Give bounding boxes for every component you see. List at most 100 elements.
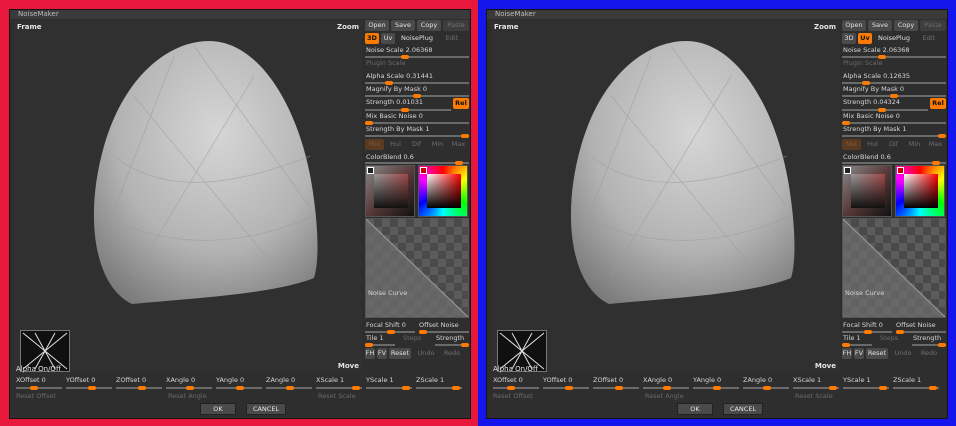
slider-handle[interactable] [88,386,96,390]
zoom-button[interactable]: Zoom [337,23,359,31]
flip-v-button[interactable]: FV [377,348,387,359]
reset-curve-button[interactable]: Reset [389,348,411,359]
transform-slider[interactable] [843,386,889,390]
reset-offset-button[interactable]: Reset Offset [16,392,56,400]
tile-slider[interactable] [842,343,872,347]
transform-slider[interactable] [893,386,939,390]
redo-button[interactable]: Redo [918,348,940,359]
strength-slider[interactable] [365,108,451,112]
zoom-button[interactable]: Zoom [814,23,836,31]
noise-scale-slider[interactable] [842,55,946,59]
color-field[interactable] [427,174,461,208]
rel-button[interactable]: Rel [453,98,469,109]
slider-handle[interactable] [829,386,837,390]
transform-slider[interactable] [266,386,312,390]
blend-mode-max[interactable]: Max [449,139,468,150]
transform-slider[interactable] [316,386,362,390]
blend-mode-dif[interactable]: Dif [884,139,903,150]
slider-handle[interactable] [186,386,194,390]
focal-shift-slider[interactable] [842,330,892,334]
noise-scale-slider[interactable] [365,55,469,59]
blend-mode-hul[interactable]: Hul [863,139,882,150]
color-picker-dark[interactable] [365,165,415,217]
slider-handle[interactable] [402,386,410,390]
transform-slider[interactable] [743,386,789,390]
slider-handle[interactable] [507,386,515,390]
tab-3d[interactable]: 3D [365,33,379,44]
tab-3d[interactable]: 3D [842,33,856,44]
move-button[interactable]: Move [338,362,359,370]
slider-handle[interactable] [236,386,244,390]
focal-shift-slider[interactable] [365,330,415,334]
transform-slider[interactable] [643,386,689,390]
slider-handle[interactable] [938,134,946,138]
open-button[interactable]: Open [842,20,866,31]
blend-mode-mix[interactable]: Mix [842,139,861,150]
undo-button[interactable]: Undo [415,348,437,359]
paste-button[interactable]: Paste [443,20,469,31]
noise-curve-editor[interactable]: Noise Curve [365,218,469,318]
preview-viewport[interactable]: Frame Zoom Move Alpha On/Off [14,20,362,373]
offset-noise-slider[interactable] [896,330,946,334]
frame-button[interactable]: Frame [494,23,519,31]
copy-button[interactable]: Copy [417,20,441,31]
slider-handle[interactable] [138,386,146,390]
cancel-button[interactable]: CANCEL [723,403,763,415]
tab-uv[interactable]: Uv [381,33,395,44]
reset-offset-button[interactable]: Reset Offset [493,392,533,400]
flip-h-button[interactable]: FH [365,348,375,359]
reset-scale-button[interactable]: Reset Scale [795,392,833,400]
slider-handle[interactable] [864,330,872,334]
blend-mode-max[interactable]: Max [926,139,945,150]
color-picker-hue[interactable] [895,165,945,217]
mix-basic-noise-slider[interactable] [842,121,946,125]
slider-handle[interactable] [763,386,771,390]
blend-mode-min[interactable]: Min [428,139,447,150]
alpha-scale-slider[interactable] [842,81,946,85]
slider-handle[interactable] [30,386,38,390]
color-field[interactable] [904,174,938,208]
color-blend-slider[interactable] [842,161,946,165]
save-button[interactable]: Save [391,20,415,31]
redo-button[interactable]: Redo [441,348,463,359]
slider-handle[interactable] [352,386,360,390]
strength-by-mask-slider[interactable] [365,134,469,138]
cancel-button[interactable]: CANCEL [246,403,286,415]
save-button[interactable]: Save [868,20,892,31]
slider-handle[interactable] [365,343,373,347]
color-blend-slider[interactable] [365,161,469,165]
slider-handle[interactable] [387,330,395,334]
transform-slider[interactable] [166,386,212,390]
noise-curve-editor[interactable]: Noise Curve [842,218,946,318]
tab-noiseplug[interactable]: NoisePlug [874,33,914,44]
tab-edit[interactable]: Edit [441,33,463,44]
tab-noiseplug[interactable]: NoisePlug [397,33,437,44]
slider-handle[interactable] [452,386,460,390]
slider-handle[interactable] [879,386,887,390]
color-picker-hue[interactable] [418,165,468,217]
offset-noise-slider[interactable] [419,330,469,334]
open-button[interactable]: Open [365,20,389,31]
transform-slider[interactable] [366,386,412,390]
transform-slider[interactable] [66,386,112,390]
flip-h-button[interactable]: FH [842,348,852,359]
strength2-slider[interactable] [435,343,469,347]
frame-button[interactable]: Frame [17,23,42,31]
slider-handle[interactable] [565,386,573,390]
rel-button[interactable]: Rel [930,98,946,109]
tile-slider[interactable] [365,343,395,347]
paste-button[interactable]: Paste [920,20,946,31]
tab-edit[interactable]: Edit [918,33,940,44]
slider-handle[interactable] [713,386,721,390]
transform-slider[interactable] [793,386,839,390]
reset-curve-button[interactable]: Reset [866,348,888,359]
transform-slider[interactable] [216,386,262,390]
strength-slider[interactable] [842,108,928,112]
slider-handle[interactable] [461,134,469,138]
slider-handle[interactable] [929,386,937,390]
color-field[interactable] [851,174,885,208]
preview-viewport[interactable]: Frame Zoom Move Alpha On/Off [491,20,839,373]
transform-slider[interactable] [416,386,462,390]
transform-slider[interactable] [16,386,62,390]
reset-scale-button[interactable]: Reset Scale [318,392,356,400]
